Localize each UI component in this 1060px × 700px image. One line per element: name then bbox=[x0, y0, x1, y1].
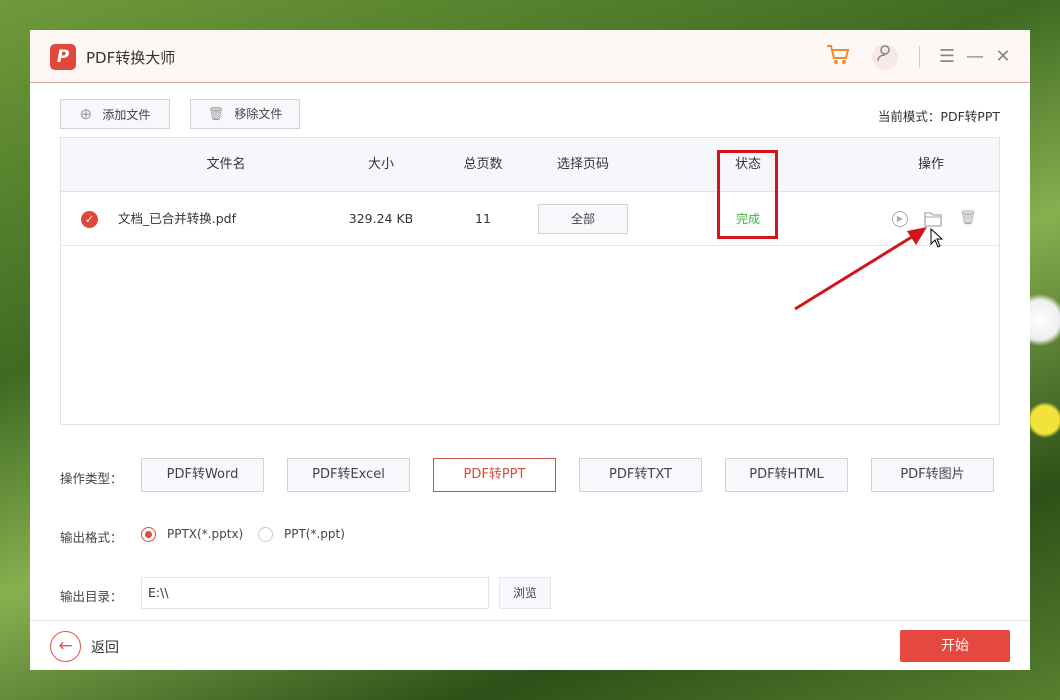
radio-ppt-label[interactable]: PPT(*.ppt) bbox=[284, 527, 345, 541]
user-icon[interactable] bbox=[872, 44, 898, 70]
current-mode: 当前模式：PDF转PPT bbox=[877, 109, 1000, 124]
format-label: 输出格式： bbox=[60, 530, 123, 545]
add-file-label: 添加文件 bbox=[102, 108, 151, 122]
op-pdf-to-image[interactable]: PDF转图片 bbox=[871, 458, 994, 492]
output-dir-input[interactable]: E:\\ bbox=[141, 577, 489, 609]
remove-file-button[interactable]: 🗑 移除文件 bbox=[190, 99, 300, 129]
title-bar: P PDF转换大师 ☰ — ✕ bbox=[30, 30, 1030, 83]
op-pdf-to-excel[interactable]: PDF转Excel bbox=[287, 458, 410, 492]
app-window: P PDF转换大师 ☰ — ✕ ⊕ 添加文件 🗑 移除文件 当前模式：PDF转P… bbox=[30, 30, 1030, 670]
add-file-button[interactable]: ⊕ 添加文件 bbox=[60, 99, 170, 129]
radio-pptx-label[interactable]: PPTX(*.pptx) bbox=[167, 527, 243, 541]
plus-circle-icon: ⊕ bbox=[79, 105, 93, 123]
col-actions: 操作 bbox=[917, 157, 944, 172]
trash-icon: 🗑 bbox=[207, 107, 225, 122]
back-arrow-icon[interactable]: ← bbox=[50, 631, 81, 662]
radio-pptx[interactable] bbox=[141, 527, 156, 542]
menu-icon[interactable]: ☰ bbox=[934, 44, 960, 70]
op-pdf-to-txt[interactable]: PDF转TXT bbox=[579, 458, 702, 492]
dir-label: 输出目录： bbox=[60, 589, 123, 604]
op-pdf-to-word[interactable]: PDF转Word bbox=[141, 458, 264, 492]
page-select-button[interactable]: 全部 bbox=[538, 204, 628, 234]
row-checkbox[interactable]: ✓ bbox=[81, 211, 98, 228]
mouse-cursor-icon bbox=[930, 227, 944, 252]
close-icon[interactable]: ✕ bbox=[990, 44, 1016, 70]
start-button[interactable]: 开始 bbox=[900, 630, 1010, 662]
footer-divider bbox=[30, 620, 1030, 621]
browse-button[interactable]: 浏览 bbox=[499, 577, 551, 609]
highlight-box bbox=[717, 150, 778, 239]
op-type-label: 操作类型： bbox=[60, 471, 123, 486]
table-header: 文件名 大小 总页数 选择页码 状态 操作 bbox=[61, 138, 999, 192]
delete-icon[interactable]: 🗑 bbox=[959, 210, 977, 226]
file-pages: 11 bbox=[475, 211, 491, 226]
file-size: 329.24 KB bbox=[348, 211, 414, 226]
app-title: PDF转换大师 bbox=[86, 49, 176, 67]
divider bbox=[919, 46, 920, 68]
op-pdf-to-ppt[interactable]: PDF转PPT bbox=[433, 458, 556, 492]
file-name: 文档_已合并转换.pdf bbox=[118, 211, 236, 226]
col-pages: 总页数 bbox=[463, 157, 503, 172]
col-page-select: 选择页码 bbox=[556, 157, 609, 172]
minimize-icon[interactable]: — bbox=[962, 44, 988, 70]
app-logo: P bbox=[50, 44, 76, 70]
col-size: 大小 bbox=[367, 157, 394, 172]
annotation-arrow bbox=[794, 227, 927, 311]
op-pdf-to-html[interactable]: PDF转HTML bbox=[725, 458, 848, 492]
remove-file-label: 移除文件 bbox=[234, 107, 283, 121]
back-button[interactable]: 返回 bbox=[91, 637, 119, 657]
radio-ppt[interactable] bbox=[258, 527, 273, 542]
cart-icon[interactable] bbox=[825, 44, 851, 70]
col-filename: 文件名 bbox=[206, 157, 246, 172]
